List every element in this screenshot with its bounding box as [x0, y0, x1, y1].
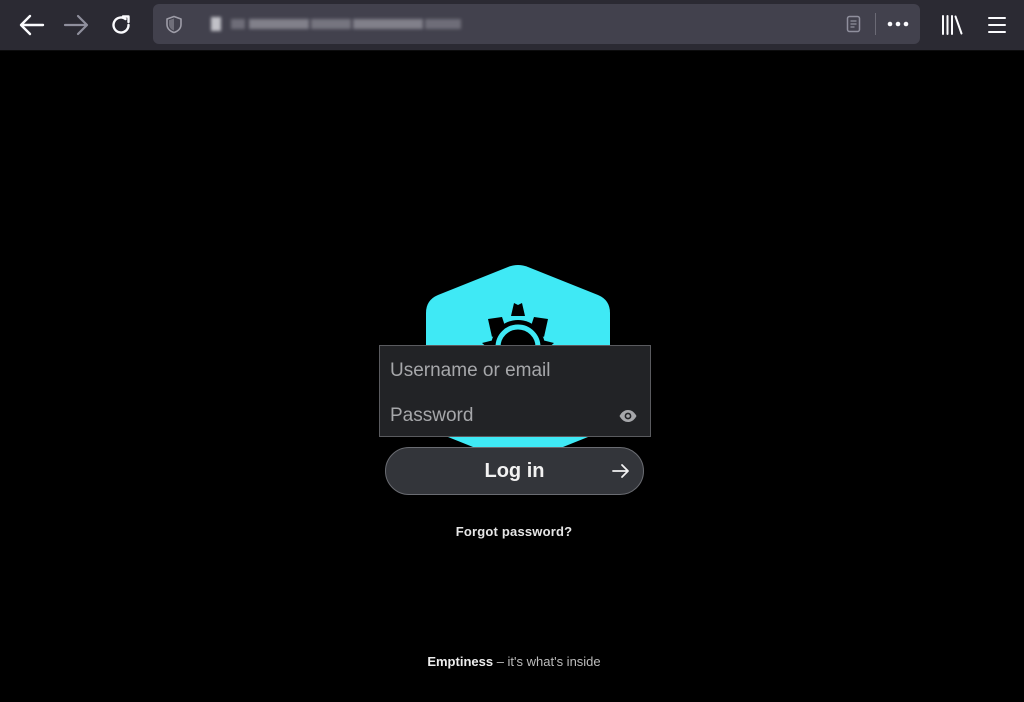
hamburger-menu-icon	[988, 17, 1006, 33]
arrow-right-icon	[63, 14, 89, 36]
reload-button[interactable]	[103, 7, 139, 43]
login-page: Log in Forgot password? Emptiness – it's…	[0, 51, 1024, 702]
login-form	[379, 345, 651, 437]
browser-toolbar	[0, 0, 1024, 51]
app-menu-button[interactable]	[979, 7, 1015, 43]
arrow-right-icon	[612, 464, 629, 478]
footer-brand: Emptiness	[427, 654, 494, 669]
url-text-redacted[interactable]	[205, 12, 465, 36]
redacted-url	[205, 12, 461, 36]
username-input[interactable]	[390, 356, 640, 386]
login-button[interactable]: Log in	[385, 447, 644, 495]
reload-icon	[112, 15, 130, 34]
back-button[interactable]	[14, 7, 50, 43]
password-input[interactable]	[390, 401, 605, 431]
shield-icon[interactable]	[165, 15, 183, 34]
library-icon	[942, 15, 963, 35]
footer-tagline-text: – it's what's inside	[493, 654, 601, 669]
ellipsis-icon[interactable]	[887, 21, 909, 27]
footer-tagline: Emptiness – it's what's inside	[0, 654, 1024, 669]
forgot-password-link[interactable]: Forgot password?	[0, 524, 1024, 539]
reader-view-icon[interactable]	[846, 15, 861, 33]
eye-icon[interactable]	[618, 408, 638, 424]
library-button[interactable]	[934, 7, 970, 43]
login-button-label: Log in	[484, 459, 545, 482]
url-separator	[875, 13, 876, 35]
url-bar[interactable]	[153, 4, 920, 44]
arrow-left-icon	[19, 14, 45, 36]
forward-button[interactable]	[58, 7, 94, 43]
